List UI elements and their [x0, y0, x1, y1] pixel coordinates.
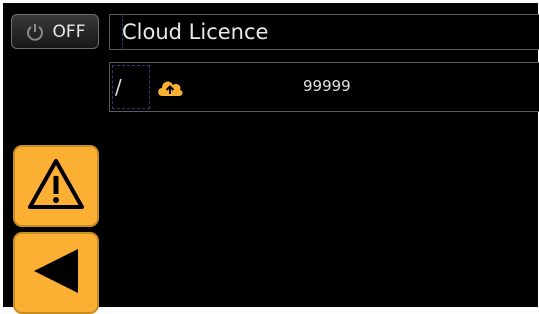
row-marker: / [115, 75, 122, 99]
cloud-upload-icon [156, 76, 184, 102]
power-label: OFF [52, 21, 86, 42]
back-button[interactable] [13, 232, 99, 314]
power-toggle-button[interactable]: OFF [11, 14, 99, 49]
page-title-text: Cloud Licence [122, 20, 269, 44]
warning-icon [26, 156, 86, 216]
page-title: Cloud Licence [109, 14, 539, 50]
row-value: 99999 [303, 77, 351, 95]
focus-marker [122, 14, 126, 50]
power-icon [25, 22, 45, 42]
list-item[interactable]: / 99999 [109, 62, 539, 112]
back-arrow-icon [28, 243, 84, 303]
warning-button[interactable] [13, 145, 99, 227]
device-screen: OFF Cloud Licence / 99999 [3, 3, 539, 314]
